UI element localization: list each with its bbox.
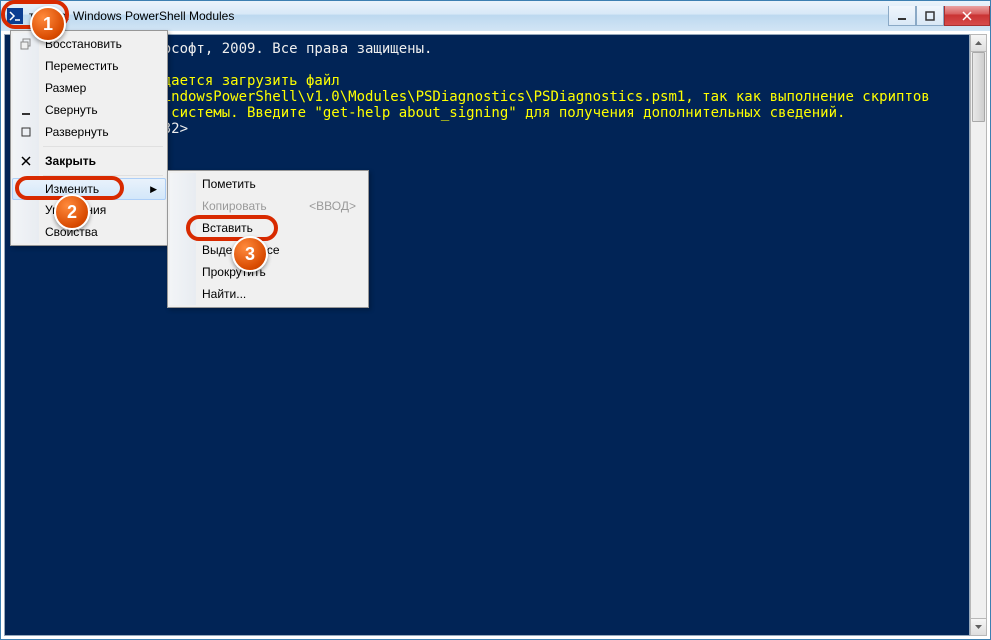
close-button[interactable] <box>944 6 990 26</box>
scroll-down-button[interactable] <box>971 618 986 635</box>
app-icon <box>7 8 23 24</box>
vertical-scrollbar[interactable] <box>970 34 987 636</box>
submenu-copy: Копировать <ВВОД> <box>170 195 366 217</box>
menu-close[interactable]: Закрыть <box>13 150 165 172</box>
menu-move[interactable]: Переместить <box>13 55 165 77</box>
minimize-button[interactable] <box>888 6 916 26</box>
scroll-up-button[interactable] <box>971 35 986 52</box>
submenu-arrow-icon: ▶ <box>150 184 157 195</box>
annotation-badge-2: 2 <box>54 194 90 230</box>
titlebar[interactable]: тратор: Windows PowerShell Modules <box>1 1 990 31</box>
submenu-paste[interactable]: Вставить <box>170 217 366 239</box>
menu-size[interactable]: Размер <box>13 77 165 99</box>
menu-properties[interactable]: Свойства <box>13 221 165 243</box>
menu-edit[interactable]: Изменить ▶ <box>12 178 166 200</box>
menu-maximize[interactable]: Развернуть <box>13 121 165 143</box>
maximize-icon <box>19 125 33 139</box>
edit-submenu: Пометить Копировать <ВВОД> Вставить Выде… <box>167 170 369 308</box>
annotation-badge-1: 1 <box>30 6 66 42</box>
restore-icon <box>19 37 33 51</box>
close-icon <box>19 154 33 168</box>
scroll-thumb[interactable] <box>972 52 985 122</box>
window-controls <box>888 6 990 26</box>
menu-separator <box>43 175 163 176</box>
scroll-track[interactable] <box>971 52 986 618</box>
annotation-badge-3: 3 <box>232 236 268 272</box>
submenu-scroll[interactable]: Прокрутить <box>170 261 366 283</box>
copy-shortcut: <ВВОД> <box>309 199 366 213</box>
submenu-find[interactable]: Найти... <box>170 283 366 305</box>
maximize-button[interactable] <box>916 6 944 26</box>
menu-minimize[interactable]: Свернуть <box>13 99 165 121</box>
submenu-select-all[interactable]: Выделить все <box>170 239 366 261</box>
minimize-icon <box>19 103 33 117</box>
submenu-mark[interactable]: Пометить <box>170 173 366 195</box>
menu-separator <box>43 146 163 147</box>
